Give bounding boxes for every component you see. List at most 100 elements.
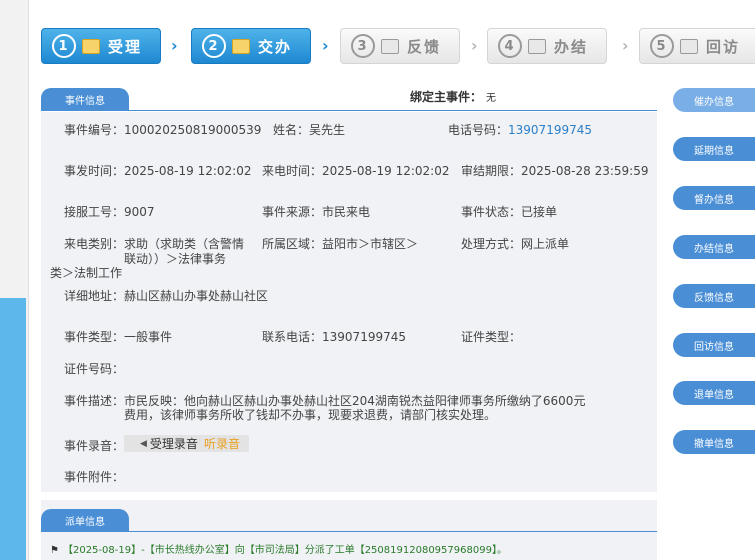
step-label: 受理: [108, 37, 143, 56]
feedback-info-button[interactable]: 反馈信息: [673, 284, 755, 308]
call-type-label: 来电类别：: [64, 237, 125, 251]
field-value: 网上派单: [521, 237, 570, 251]
feedback-icon: [381, 38, 399, 54]
binding-main-event: 绑定主事件：无: [410, 88, 496, 105]
field-value: 益阳市＞市辖区＞: [322, 237, 419, 251]
field-value: 一般事件: [124, 330, 173, 344]
recording-player: ◀ 受理录音 听录音: [124, 435, 249, 452]
field-label: 事发时间：: [64, 164, 125, 178]
name-field: 姓名：吴先生: [273, 121, 345, 138]
urge-info-button[interactable]: 催办信息: [673, 88, 755, 112]
field-value: 市民来电: [322, 205, 371, 219]
sidebar-accent: [0, 298, 26, 560]
chevron-right-icon: ›: [622, 36, 629, 55]
step-number: 5: [650, 34, 674, 58]
deadline-field: 审结期限：2025-08-28 23:59:59: [461, 162, 648, 179]
recording-button[interactable]: 受理录音: [150, 435, 198, 452]
binding-label: 绑定主事件：: [410, 90, 483, 104]
listen-link[interactable]: 听录音: [204, 435, 240, 452]
withdraw-info-button[interactable]: 撤单信息: [673, 430, 755, 454]
event-no-field: 事件编号：100020250819000539: [64, 121, 261, 138]
recording-label: 事件录音：: [64, 439, 125, 453]
speaker-icon: ◀: [140, 438, 147, 449]
step-accept[interactable]: 1 受理: [41, 28, 161, 64]
field-label: 联系电话：: [262, 330, 323, 344]
field-label: 详细地址：: [64, 289, 125, 303]
field-label: 证件号码：: [64, 362, 125, 376]
agent-no-field: 接服工号：9007: [64, 203, 155, 220]
left-sidebar: [0, 0, 29, 560]
phone-link[interactable]: 13907199745: [508, 123, 592, 137]
field-value: 2025-08-19 12:02:02: [124, 164, 252, 178]
field-label: 审结期限：: [461, 164, 522, 178]
field-label: 事件来源：: [262, 205, 323, 219]
chevron-right-icon: ›: [471, 36, 478, 55]
step-label: 回访: [706, 37, 741, 56]
return-info-button[interactable]: 退单信息: [673, 381, 755, 405]
step-assign[interactable]: 2 交办: [191, 28, 311, 64]
chevron-right-icon: ›: [171, 36, 178, 55]
event-time-field: 事发时间：2025-08-19 12:02:02: [64, 162, 251, 179]
id-type-field: 证件类型：: [461, 328, 521, 345]
field-label: 事件类型：: [64, 330, 125, 344]
field-label: 证件类型：: [461, 330, 522, 344]
tab-dispatch-info[interactable]: 派单信息: [41, 509, 129, 531]
field-label: 处理方式：: [461, 237, 522, 251]
extension-info-button[interactable]: 延期信息: [673, 137, 755, 161]
field-label: 事件编号：: [64, 123, 125, 137]
call-time-field: 来电时间：2025-08-19 12:02:02: [262, 162, 449, 179]
step-number: 3: [351, 34, 375, 58]
step-close[interactable]: 4 办结: [487, 28, 607, 64]
field-value: 100020250819000539: [124, 123, 262, 137]
field-label: 姓名：: [273, 123, 310, 137]
step-label: 反馈: [407, 37, 442, 56]
step-revisit[interactable]: 5 回访: [639, 28, 755, 64]
event-type-field: 事件类型：一般事件: [64, 328, 172, 345]
flag-icon: ⚑: [50, 545, 59, 556]
revisit-info-button[interactable]: 回访信息: [673, 333, 755, 357]
edit-icon: [680, 38, 698, 54]
step-label: 办结: [554, 37, 589, 56]
workflow-steps: 1 受理 › 2 交办 › 3 反馈 › 4 办结 › 5 回访: [41, 28, 755, 64]
folder-icon: [528, 38, 546, 54]
address-field: 详细地址：赫山区赫山办事处赫山社区: [64, 287, 268, 304]
field-label: 接服工号：: [64, 205, 125, 219]
handle-mode-field: 处理方式：网上派单: [461, 235, 569, 252]
tab-divider: [41, 110, 657, 111]
binding-value: 无: [486, 93, 497, 104]
field-label: 电话号码：: [448, 123, 509, 137]
call-type-value-2: 联动））＞法律事务: [124, 252, 227, 266]
field-label: 所属区域：: [262, 237, 323, 251]
status-field: 事件状态：已接单: [461, 203, 557, 220]
field-value: 2025-08-28 23:59:59: [521, 164, 649, 178]
supervise-info-button[interactable]: 督办信息: [673, 186, 755, 210]
description-line-2: 费用，该律师事务所收了钱却不办事，现要求退费，请部门核实处理。: [124, 408, 497, 422]
step-label: 交办: [258, 37, 293, 56]
chevron-right-icon: ›: [322, 36, 329, 55]
dispatch-log-entry: ⚑ 【2025-08-19】-【市长热线办公室】向【市司法局】分派了工单【2508…: [50, 541, 507, 556]
field-label: 事件状态：: [461, 205, 522, 219]
step-number: 4: [498, 34, 522, 58]
attachment-field: 事件附件：: [64, 468, 124, 485]
description-label: 事件描述：: [64, 394, 125, 408]
clipboard-icon: [82, 38, 100, 54]
field-value: 13907199745: [322, 330, 406, 344]
contact-phone-field: 联系电话：13907199745: [262, 328, 406, 345]
phone-field: 电话号码：13907199745: [448, 121, 592, 138]
field-value: 吴先生: [309, 123, 346, 137]
field-label: 事件附件：: [64, 470, 125, 484]
close-info-button[interactable]: 办结信息: [673, 235, 755, 259]
tab-event-info[interactable]: 事件信息: [41, 88, 129, 110]
area-field: 所属区域：益阳市＞市辖区＞: [262, 235, 418, 252]
field-label: 来电时间：: [262, 164, 323, 178]
step-number: 1: [52, 34, 76, 58]
field-value: 已接单: [521, 205, 558, 219]
call-type-value-3: 类＞法制工作: [50, 266, 123, 280]
step-feedback[interactable]: 3 反馈: [340, 28, 460, 64]
field-value: 9007: [124, 205, 155, 219]
field-value: 2025-08-19 12:02:02: [322, 164, 450, 178]
envelope-icon: [232, 38, 250, 54]
step-number: 2: [202, 34, 226, 58]
tab-divider: [41, 531, 657, 532]
id-no-field: 证件号码：: [64, 360, 124, 377]
